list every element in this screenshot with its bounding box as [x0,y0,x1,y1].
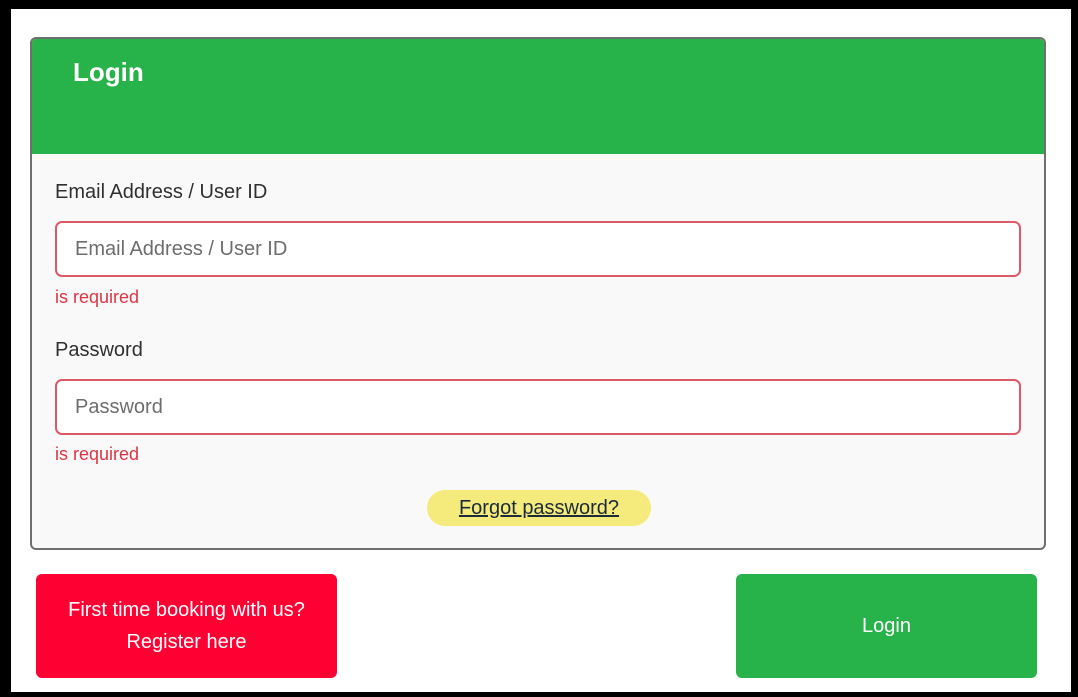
forgot-password-link[interactable]: Forgot password? [427,490,651,526]
email-error-message: is required [55,287,140,307]
email-field-label: Email Address / User ID [55,181,268,203]
register-button[interactable]: First time booking with us? Register her… [36,574,337,678]
email-input[interactable] [55,221,1021,277]
login-card-header: Login [32,39,1044,154]
login-card-title: Login [73,57,144,87]
password-field-label: Password [55,339,143,361]
password-error-message: is required [55,444,140,464]
password-input[interactable] [55,379,1021,435]
login-card: Login Email Address / User ID is require… [30,37,1046,550]
login-button[interactable]: Login [736,574,1037,678]
